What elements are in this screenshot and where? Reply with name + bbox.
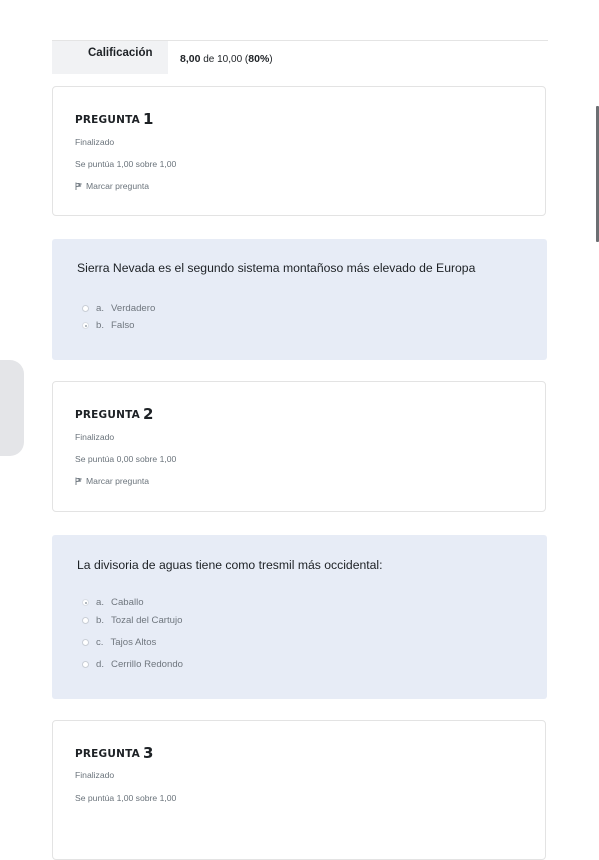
option-label: Tajos Altos (110, 637, 157, 648)
grade-percent: 80% (248, 53, 270, 65)
radio-button-selected[interactable] (82, 322, 89, 329)
radio-button[interactable] (82, 639, 89, 646)
flag-question-label: Marcar pregunta (86, 181, 150, 191)
grade-close: ) (269, 54, 273, 65)
question-number: 2 (142, 405, 154, 423)
question-state: Finalizado (75, 432, 115, 442)
question-score: Se puntúa 0,00 sobre 1,00 (75, 454, 177, 464)
question-title: PREGUNTA 3 (75, 743, 154, 762)
option-label: Cerrillo Redondo (111, 659, 184, 670)
flag-question-link[interactable]: Marcar pregunta (75, 181, 149, 191)
option-letter: d. (96, 659, 105, 670)
question-title-label: PREGUNTA (75, 748, 140, 760)
grade-score: 8,00 (180, 53, 201, 65)
answer-option[interactable]: b. Falso (82, 320, 134, 331)
radio-button[interactable] (82, 617, 89, 624)
question-score: Se puntúa 1,00 sobre 1,00 (75, 159, 177, 169)
flag-icon (75, 477, 82, 485)
answer-option[interactable]: c. Tajos Altos (82, 637, 156, 648)
radio-button[interactable] (82, 661, 89, 668)
question-text: La divisoria de aguas tiene como tresmil… (77, 558, 383, 572)
answer-option[interactable]: a. Caballo (82, 597, 144, 608)
question-title-label: PREGUNTA (75, 114, 140, 126)
option-label: Caballo (111, 597, 144, 608)
question-number: 3 (142, 744, 154, 762)
answer-option[interactable]: b. Tozal del Cartujo (82, 615, 182, 626)
option-letter: b. (96, 615, 105, 626)
radio-button-selected[interactable] (82, 599, 89, 606)
question-info-card: PREGUNTA 1 Finalizado Se puntúa 1,00 sobr… (52, 86, 546, 216)
question-score: Se puntúa 1,00 sobre 1,00 (75, 793, 177, 803)
question-state: Finalizado (75, 770, 115, 780)
option-label: Verdadero (111, 303, 156, 314)
question-info-card: PREGUNTA 2 Finalizado Se puntúa 0,00 sobr… (52, 381, 546, 512)
flag-icon (75, 182, 82, 190)
radio-button[interactable] (82, 305, 89, 312)
flag-question-link[interactable]: Marcar pregunta (75, 476, 149, 486)
question-title: PREGUNTA 2 (75, 404, 154, 423)
question-title: PREGUNTA 1 (75, 109, 154, 128)
question-info-card: PREGUNTA 3 Finalizado Se puntúa 1,00 sobr… (52, 720, 546, 860)
grade-summary: Calificación 8,00 de 10,00 (80%) (52, 40, 548, 75)
option-letter: b. (96, 320, 105, 331)
question-state: Finalizado (75, 137, 115, 147)
answer-option[interactable]: a. Verdadero (82, 303, 155, 314)
question-content: La divisoria de aguas tiene como tresmil… (52, 535, 547, 699)
option-letter: a. (96, 597, 105, 608)
flag-question-label: Marcar pregunta (86, 476, 150, 486)
drawer-toggle-button[interactable] (0, 360, 24, 456)
question-number: 1 (142, 110, 154, 128)
option-label: Tozal del Cartujo (111, 615, 183, 626)
answer-option[interactable]: d. Cerrillo Redondo (82, 659, 183, 670)
option-letter: a. (96, 303, 105, 314)
question-text: Sierra Nevada es el segundo sistema mont… (77, 261, 476, 275)
option-label: Falso (111, 320, 135, 331)
grade-max: de 10,00 ( (203, 54, 249, 65)
grade-label: Calificación (52, 41, 168, 74)
grade-value: 8,00 de 10,00 (80%) (180, 53, 273, 65)
option-letter: c. (96, 637, 104, 648)
question-content: Sierra Nevada es el segundo sistema mont… (52, 239, 547, 360)
question-title-label: PREGUNTA (75, 409, 140, 421)
